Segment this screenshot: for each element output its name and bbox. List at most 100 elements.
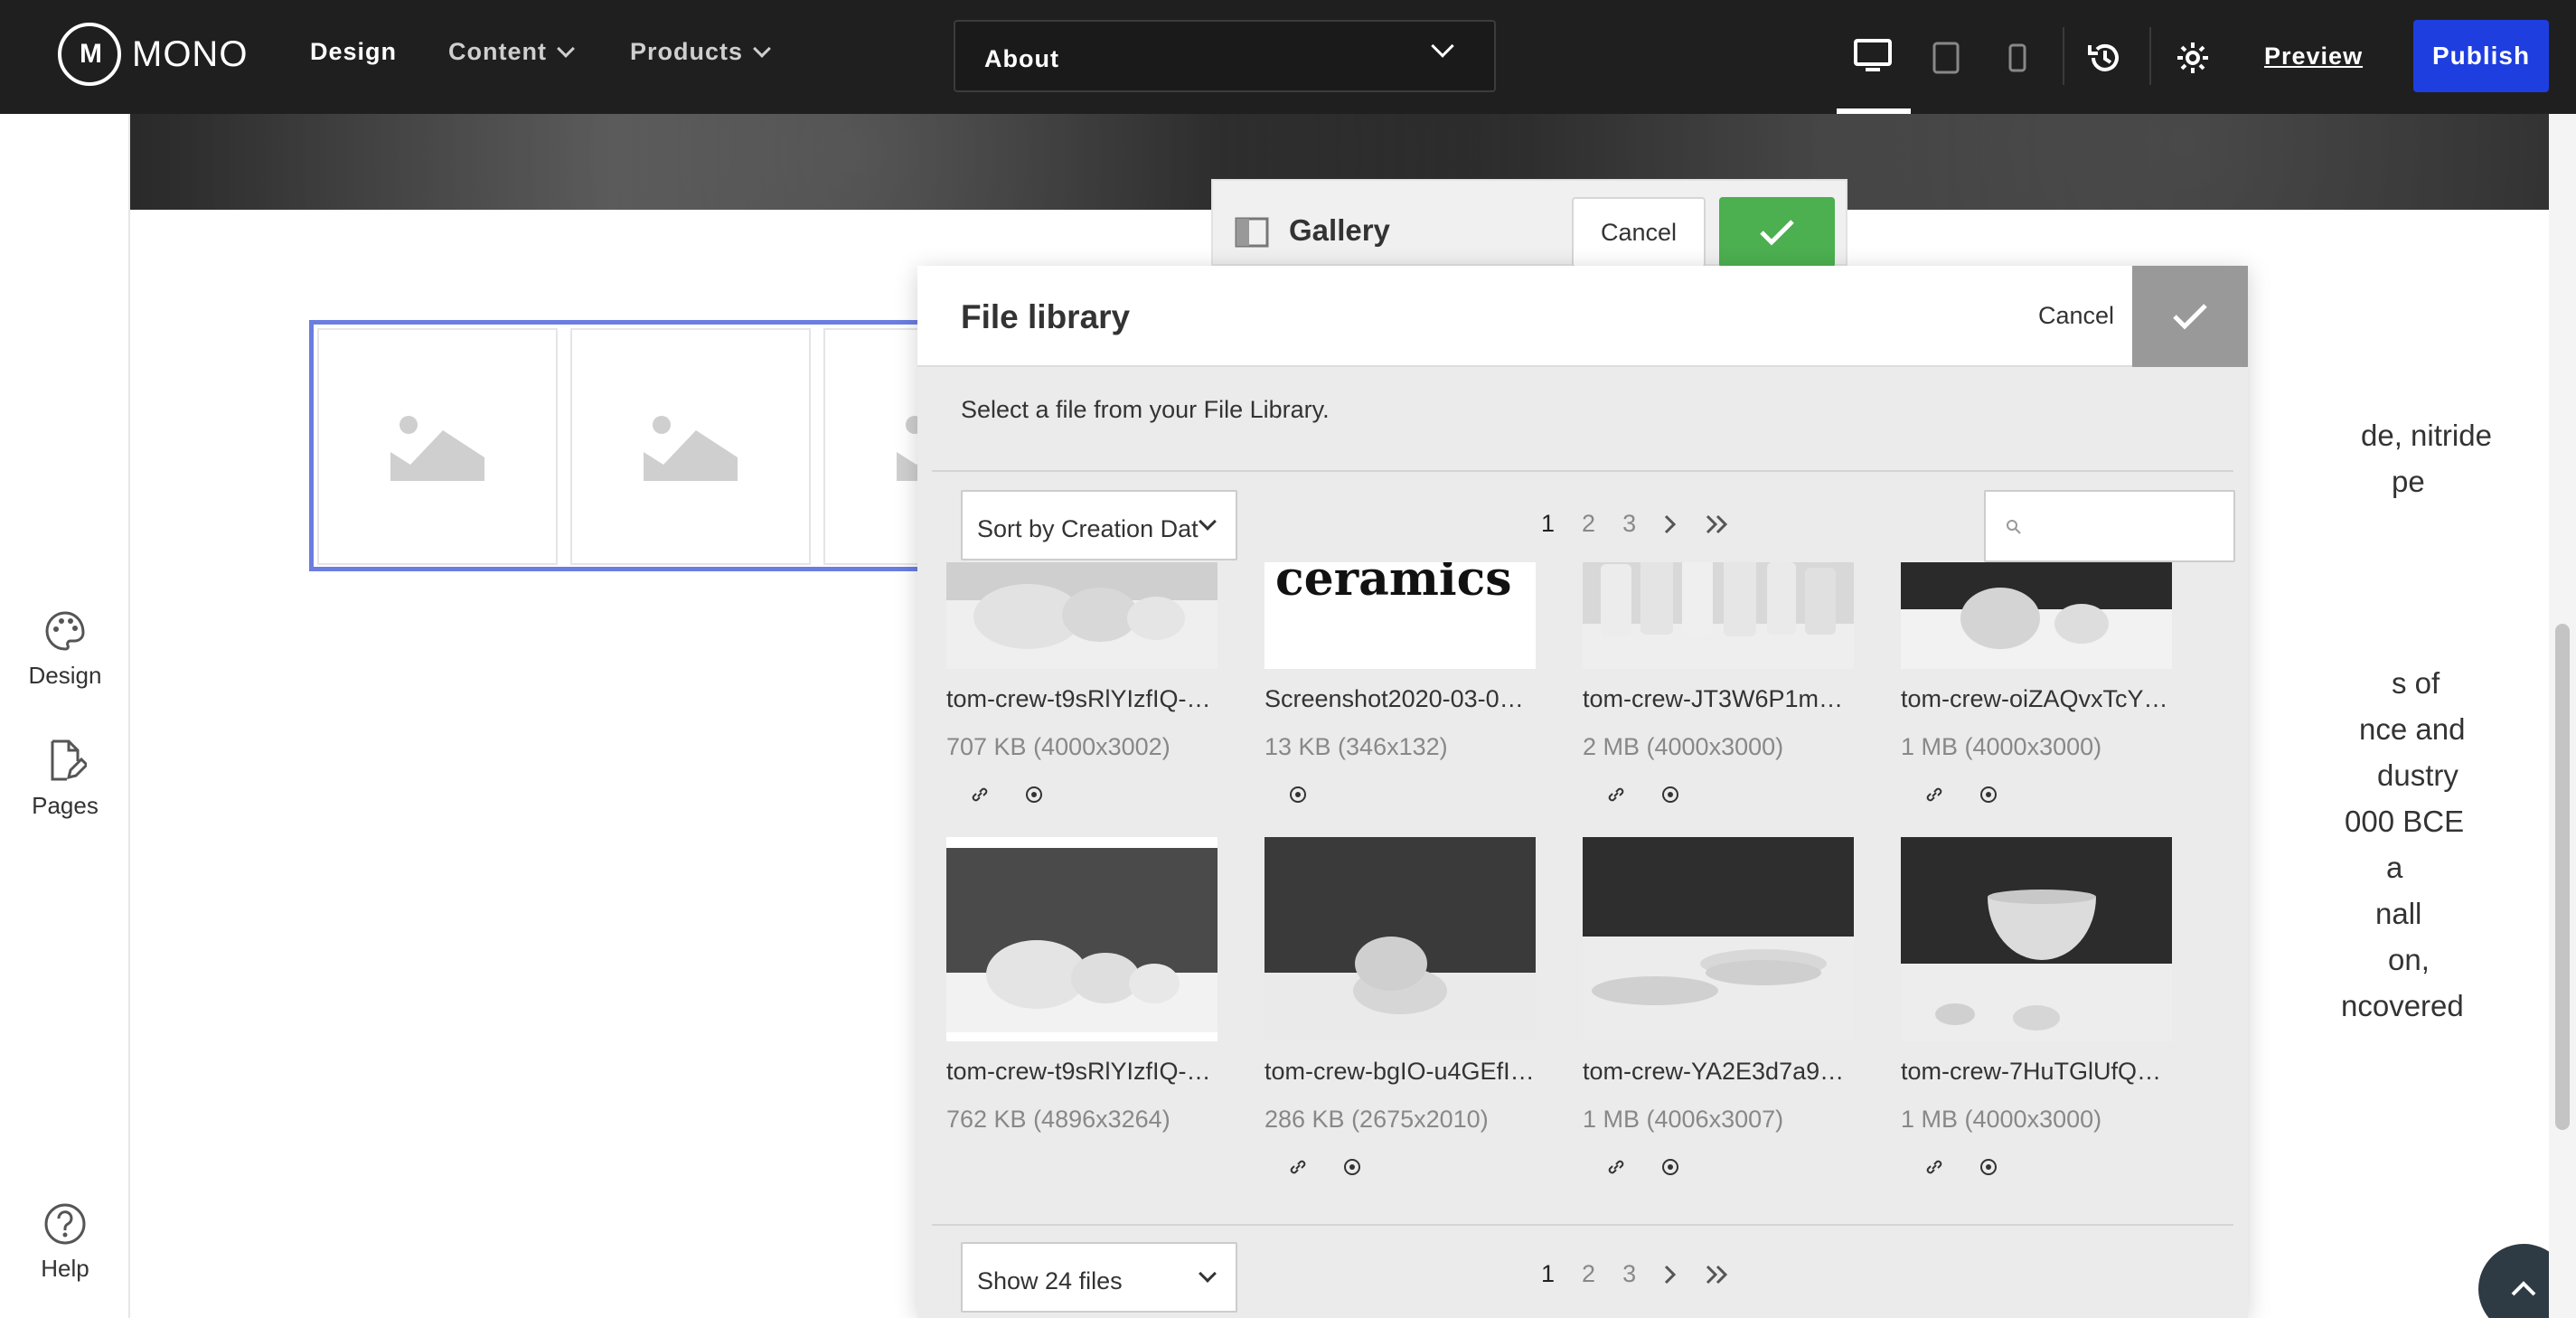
globe-icon[interactable] [1979, 1157, 1998, 1177]
file-thumbnail[interactable] [1901, 837, 2172, 1041]
body-text-line: s of [2392, 666, 2440, 700]
page-select[interactable]: About [954, 20, 1496, 92]
gear-icon[interactable] [2175, 40, 2211, 80]
modal-confirm-button[interactable] [2132, 266, 2248, 367]
file-thumbnail[interactable] [1901, 562, 2172, 669]
top-bar: M MONO Design Content Products About Pre… [0, 0, 2576, 114]
chevron-down-icon [753, 39, 771, 58]
nav-design[interactable]: Design [310, 38, 397, 66]
link-icon[interactable] [1924, 1157, 1944, 1177]
body-text-line: 000 BCE [2345, 805, 2465, 838]
file-card[interactable]: tom-crew-YA2E3d7a9W… 1 MB (4006x3007) [1583, 837, 1854, 1177]
globe-icon[interactable] [1342, 1157, 1362, 1177]
file-card[interactable]: tom-crew-t9sRlYIzfIQ-un… 707 KB (4000x30… [946, 562, 1217, 805]
page-edit-icon [51, 739, 87, 781]
file-card[interactable]: ceramics Screenshot2020-03-09a… 13 KB (3… [1264, 562, 1536, 805]
file-card[interactable]: tom-crew-t9sRlYIzfIQ-un… 762 KB (4896x32… [946, 837, 1217, 1134]
rail-item-design[interactable]: Design [0, 609, 130, 690]
chevron-right-icon[interactable] [1663, 513, 1678, 535]
file-thumbnail[interactable] [946, 837, 1217, 1041]
nav-content[interactable]: Content [448, 38, 575, 66]
file-name: tom-crew-JT3W6P1mYt… [1583, 685, 1854, 712]
image-placeholder[interactable] [570, 328, 811, 565]
tablet-icon[interactable] [1932, 42, 1960, 79]
sort-select-value: Sort by Creation Dat [977, 515, 1199, 542]
chevron-right-icon[interactable] [1663, 1264, 1678, 1285]
image-placeholder-icon [390, 416, 484, 481]
palette-icon [45, 611, 85, 651]
modal-cancel-button[interactable]: Cancel [2038, 302, 2114, 330]
history-icon[interactable] [2086, 40, 2122, 80]
page-link[interactable]: 3 [1622, 1260, 1636, 1288]
toolbar-divider [2149, 27, 2151, 85]
file-meta: 1 MB (4000x3000) [1901, 733, 2102, 760]
page-link[interactable]: 1 [1541, 510, 1555, 538]
chevron-down-icon [1431, 34, 1454, 58]
scrollbar-thumb[interactable] [2555, 624, 2570, 1130]
sort-select[interactable]: Sort by Creation Dat [961, 490, 1237, 560]
pagination-bottom: 1 2 3 [1541, 1260, 1730, 1288]
desktop-icon[interactable] [1853, 38, 1893, 79]
logo-mark: M [58, 23, 121, 86]
link-icon[interactable] [1924, 785, 1944, 805]
file-meta: 707 KB (4000x3002) [946, 733, 1170, 760]
link-icon[interactable] [1606, 1157, 1626, 1177]
file-search-input[interactable] [1984, 490, 2235, 562]
file-card[interactable]: tom-crew-7HuTGlUfQSo… 1 MB (4000x3000) [1901, 837, 2172, 1177]
link-icon[interactable] [1606, 785, 1626, 805]
modal-subtitle: Select a file from your File Library. [961, 396, 1330, 423]
file-actions [1901, 1157, 2172, 1177]
double-chevron-right-icon[interactable] [1705, 1264, 1730, 1285]
link-icon[interactable] [970, 785, 990, 805]
file-name: tom-crew-t9sRlYIzfIQ-un… [946, 685, 1217, 712]
body-text-block-1: de, nitride pe [2227, 412, 2492, 504]
help-icon [44, 1203, 86, 1245]
rail-item-help[interactable]: Help [0, 1202, 130, 1283]
file-actions [1583, 785, 1854, 805]
rail-item-design-label: Design [28, 662, 102, 689]
file-meta: 2 MB (4000x3000) [1583, 733, 1784, 760]
file-thumbnail[interactable] [1264, 837, 1536, 1041]
page-scrollbar[interactable] [2549, 114, 2576, 1318]
file-thumbnail[interactable] [1583, 837, 1854, 1041]
nav-products[interactable]: Products [630, 38, 771, 66]
file-meta: 1 MB (4000x3000) [1901, 1106, 2102, 1133]
preview-link[interactable]: Preview [2264, 42, 2363, 71]
rail-item-pages[interactable]: Pages [0, 738, 130, 820]
link-icon[interactable] [1288, 1157, 1308, 1177]
image-placeholder[interactable] [317, 328, 558, 565]
file-thumbnail[interactable]: ceramics [1264, 562, 1536, 669]
gallery-confirm-button[interactable] [1719, 197, 1835, 268]
page-link[interactable]: 2 [1582, 1260, 1595, 1288]
globe-icon[interactable] [1660, 785, 1680, 805]
page-link[interactable]: 3 [1622, 510, 1636, 538]
page-link[interactable]: 2 [1582, 510, 1595, 538]
file-thumbnail[interactable] [946, 562, 1217, 669]
gallery-title: Gallery [1289, 213, 1390, 247]
page-link[interactable]: 1 [1541, 1260, 1555, 1288]
gallery-cancel-button[interactable]: Cancel [1572, 197, 1706, 268]
body-text-line: a [2386, 851, 2403, 884]
file-card[interactable]: tom-crew-oiZAQvxTcYQ-… 1 MB (4000x3000) [1901, 562, 2172, 805]
file-actions [1264, 1157, 1536, 1177]
file-card[interactable]: tom-crew-bgIO-u4GEfI-u… 286 KB (2675x201… [1264, 837, 1536, 1177]
logo-text: MONO [132, 33, 249, 74]
globe-icon[interactable] [1024, 785, 1044, 805]
check-icon [1760, 220, 1794, 246]
nav-products-label: Products [630, 38, 744, 65]
logo[interactable]: M MONO [58, 23, 248, 86]
file-actions [1901, 785, 2172, 805]
body-text-line: ncovered [2341, 989, 2464, 1022]
body-text-line: pe [2392, 465, 2425, 498]
double-chevron-right-icon[interactable] [1705, 513, 1730, 535]
show-count-select[interactable]: Show 24 files [961, 1242, 1237, 1313]
file-card[interactable]: tom-crew-JT3W6P1mYt… 2 MB (4000x3000) [1583, 562, 1854, 805]
file-thumbnail[interactable] [1583, 562, 1854, 669]
globe-icon[interactable] [1979, 785, 1998, 805]
globe-icon[interactable] [1660, 1157, 1680, 1177]
mobile-icon[interactable] [2008, 43, 2026, 77]
file-meta: 286 KB (2675x2010) [1264, 1106, 1489, 1133]
show-count-value: Show 24 files [977, 1267, 1123, 1294]
publish-button[interactable]: Publish [2413, 20, 2549, 92]
globe-icon[interactable] [1288, 785, 1308, 805]
